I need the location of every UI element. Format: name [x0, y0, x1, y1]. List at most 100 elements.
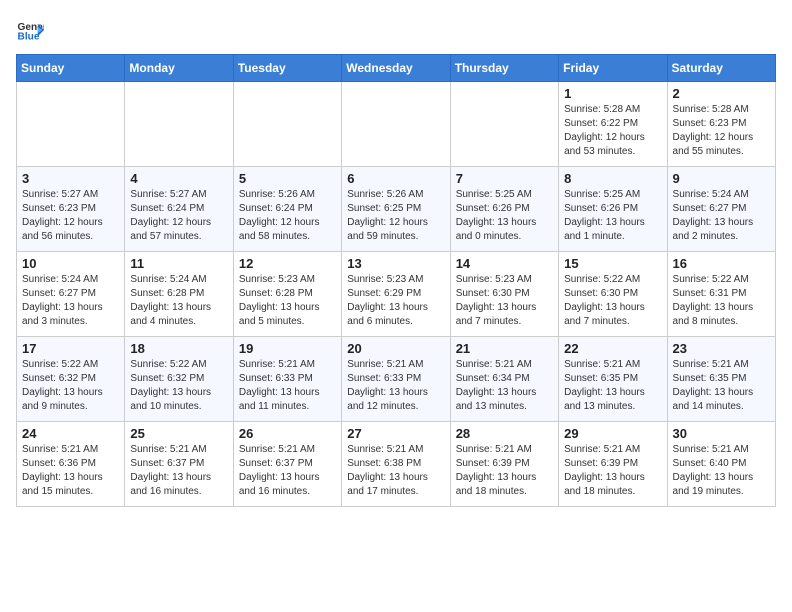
calendar-week-2: 3 Sunrise: 5:27 AM Sunset: 6:23 PM Daylig…: [17, 167, 776, 252]
calendar-week-1: 1 Sunrise: 5:28 AM Sunset: 6:22 PM Daylig…: [17, 82, 776, 167]
day-number: 12: [239, 256, 336, 271]
day-number: 22: [564, 341, 661, 356]
calendar-header-tuesday: Tuesday: [233, 55, 341, 82]
calendar-cell: 9 Sunrise: 5:24 AM Sunset: 6:27 PM Daylig…: [667, 167, 775, 252]
day-info: Sunrise: 5:21 AM Sunset: 6:39 PM Dayligh…: [564, 443, 661, 499]
calendar-cell: 10Sunrise: 5:24 AM Sunset: 6:27 PM Dayli…: [17, 252, 125, 337]
day-number: 20: [347, 341, 444, 356]
day-number: 10: [22, 256, 119, 271]
day-info: Sunrise: 5:27 AM Sunset: 6:23 PM Dayligh…: [22, 188, 119, 244]
day-info: Sunrise: 5:24 AM Sunset: 6:27 PM Dayligh…: [673, 188, 770, 244]
calendar-cell: 4Sunrise: 5:27 AM Sunset: 6:24 PM Daylig…: [125, 167, 233, 252]
day-info: Sunrise: 5:26 AM Sunset: 6:24 PM Dayligh…: [239, 188, 336, 244]
svg-text:Blue: Blue: [18, 31, 40, 42]
calendar-cell: 21Sunrise: 5:21 AM Sunset: 6:34 PM Dayli…: [450, 337, 558, 422]
day-number: 9: [673, 171, 770, 186]
day-number: 8: [564, 171, 661, 186]
day-info: Sunrise: 5:21 AM Sunset: 6:33 PM Dayligh…: [239, 358, 336, 414]
calendar-cell: 7 Sunrise: 5:25 AM Sunset: 6:26 PM Daylig…: [450, 167, 558, 252]
day-info: Sunrise: 5:28 AM Sunset: 6:22 PM Dayligh…: [564, 103, 661, 159]
day-number: 4: [130, 171, 227, 186]
calendar-cell: 18 Sunrise: 5:22 AM Sunset: 6:32 PM Dayli…: [125, 337, 233, 422]
calendar-cell: 23 Sunrise: 5:21 AM Sunset: 6:35 PM Dayli…: [667, 337, 775, 422]
day-info: Sunrise: 5:21 AM Sunset: 6:36 PM Dayligh…: [22, 443, 119, 499]
day-info: Sunrise: 5:26 AM Sunset: 6:25 PM Dayligh…: [347, 188, 444, 244]
day-number: 11: [130, 256, 227, 271]
day-number: 23: [673, 341, 770, 356]
day-info: Sunrise: 5:24 AM Sunset: 6:28 PM Dayligh…: [130, 273, 227, 329]
day-info: Sunrise: 5:23 AM Sunset: 6:29 PM Dayligh…: [347, 273, 444, 329]
calendar-header-wednesday: Wednesday: [342, 55, 450, 82]
day-number: 18: [130, 341, 227, 356]
day-info: Sunrise: 5:22 AM Sunset: 6:32 PM Dayligh…: [22, 358, 119, 414]
day-number: 28: [456, 426, 553, 441]
day-info: Sunrise: 5:22 AM Sunset: 6:32 PM Dayligh…: [130, 358, 227, 414]
calendar-cell: 12 Sunrise: 5:23 AM Sunset: 6:28 PM Dayli…: [233, 252, 341, 337]
calendar-header-thursday: Thursday: [450, 55, 558, 82]
day-number: 16: [673, 256, 770, 271]
calendar-cell: 2 Sunrise: 5:28 AM Sunset: 6:23 PM Daylig…: [667, 82, 775, 167]
day-info: Sunrise: 5:21 AM Sunset: 6:37 PM Dayligh…: [239, 443, 336, 499]
calendar-cell: 1 Sunrise: 5:28 AM Sunset: 6:22 PM Daylig…: [559, 82, 667, 167]
calendar-header-saturday: Saturday: [667, 55, 775, 82]
day-number: 25: [130, 426, 227, 441]
day-info: Sunrise: 5:21 AM Sunset: 6:38 PM Dayligh…: [347, 443, 444, 499]
calendar-cell: 19 Sunrise: 5:21 AM Sunset: 6:33 PM Dayli…: [233, 337, 341, 422]
day-number: 6: [347, 171, 444, 186]
day-info: Sunrise: 5:21 AM Sunset: 6:33 PM Dayligh…: [347, 358, 444, 414]
calendar-week-4: 17 Sunrise: 5:22 AM Sunset: 6:32 PM Dayli…: [17, 337, 776, 422]
calendar-cell: 14Sunrise: 5:23 AM Sunset: 6:30 PM Dayli…: [450, 252, 558, 337]
calendar-header-sunday: Sunday: [17, 55, 125, 82]
day-number: 14: [456, 256, 553, 271]
day-info: Sunrise: 5:25 AM Sunset: 6:26 PM Dayligh…: [456, 188, 553, 244]
calendar-table: SundayMondayTuesdayWednesdayThursdayFrid…: [16, 54, 776, 507]
day-info: Sunrise: 5:22 AM Sunset: 6:30 PM Dayligh…: [564, 273, 661, 329]
day-number: 2: [673, 86, 770, 101]
day-info: Sunrise: 5:23 AM Sunset: 6:28 PM Dayligh…: [239, 273, 336, 329]
calendar-cell: 22 Sunrise: 5:21 AM Sunset: 6:35 PM Dayli…: [559, 337, 667, 422]
day-info: Sunrise: 5:21 AM Sunset: 6:40 PM Dayligh…: [673, 443, 770, 499]
calendar-header-monday: Monday: [125, 55, 233, 82]
calendar-cell: [17, 82, 125, 167]
page-header: General Blue: [16, 16, 776, 44]
day-number: 30: [673, 426, 770, 441]
day-info: Sunrise: 5:21 AM Sunset: 6:39 PM Dayligh…: [456, 443, 553, 499]
logo: General Blue: [16, 16, 48, 44]
logo-icon: General Blue: [16, 16, 44, 44]
calendar-cell: 11 Sunrise: 5:24 AM Sunset: 6:28 PM Dayli…: [125, 252, 233, 337]
calendar-cell: 15Sunrise: 5:22 AM Sunset: 6:30 PM Dayli…: [559, 252, 667, 337]
day-info: Sunrise: 5:21 AM Sunset: 6:35 PM Dayligh…: [564, 358, 661, 414]
calendar-cell: 16 Sunrise: 5:22 AM Sunset: 6:31 PM Dayli…: [667, 252, 775, 337]
calendar-cell: 20 Sunrise: 5:21 AM Sunset: 6:33 PM Dayli…: [342, 337, 450, 422]
day-number: 7: [456, 171, 553, 186]
calendar-cell: 5Sunrise: 5:26 AM Sunset: 6:24 PM Daylig…: [233, 167, 341, 252]
calendar-cell: 8 Sunrise: 5:25 AM Sunset: 6:26 PM Daylig…: [559, 167, 667, 252]
calendar-cell: 17 Sunrise: 5:22 AM Sunset: 6:32 PM Dayli…: [17, 337, 125, 422]
day-info: Sunrise: 5:22 AM Sunset: 6:31 PM Dayligh…: [673, 273, 770, 329]
day-number: 1: [564, 86, 661, 101]
calendar-cell: 30 Sunrise: 5:21 AM Sunset: 6:40 PM Dayli…: [667, 422, 775, 507]
calendar-cell: 28 Sunrise: 5:21 AM Sunset: 6:39 PM Dayli…: [450, 422, 558, 507]
calendar-cell: 27 Sunrise: 5:21 AM Sunset: 6:38 PM Dayli…: [342, 422, 450, 507]
day-number: 27: [347, 426, 444, 441]
day-number: 13: [347, 256, 444, 271]
calendar-week-3: 10Sunrise: 5:24 AM Sunset: 6:27 PM Dayli…: [17, 252, 776, 337]
day-number: 17: [22, 341, 119, 356]
calendar-cell: 26 Sunrise: 5:21 AM Sunset: 6:37 PM Dayli…: [233, 422, 341, 507]
calendar-cell: 6 Sunrise: 5:26 AM Sunset: 6:25 PM Daylig…: [342, 167, 450, 252]
calendar-cell: 13 Sunrise: 5:23 AM Sunset: 6:29 PM Dayli…: [342, 252, 450, 337]
day-number: 26: [239, 426, 336, 441]
day-info: Sunrise: 5:21 AM Sunset: 6:35 PM Dayligh…: [673, 358, 770, 414]
calendar-cell: 3 Sunrise: 5:27 AM Sunset: 6:23 PM Daylig…: [17, 167, 125, 252]
calendar-cell: [342, 82, 450, 167]
day-number: 21: [456, 341, 553, 356]
calendar-week-5: 24 Sunrise: 5:21 AM Sunset: 6:36 PM Dayli…: [17, 422, 776, 507]
day-number: 29: [564, 426, 661, 441]
day-number: 19: [239, 341, 336, 356]
calendar-cell: 29 Sunrise: 5:21 AM Sunset: 6:39 PM Dayli…: [559, 422, 667, 507]
day-info: Sunrise: 5:25 AM Sunset: 6:26 PM Dayligh…: [564, 188, 661, 244]
calendar-cell: [233, 82, 341, 167]
day-number: 3: [22, 171, 119, 186]
day-number: 24: [22, 426, 119, 441]
day-info: Sunrise: 5:28 AM Sunset: 6:23 PM Dayligh…: [673, 103, 770, 159]
